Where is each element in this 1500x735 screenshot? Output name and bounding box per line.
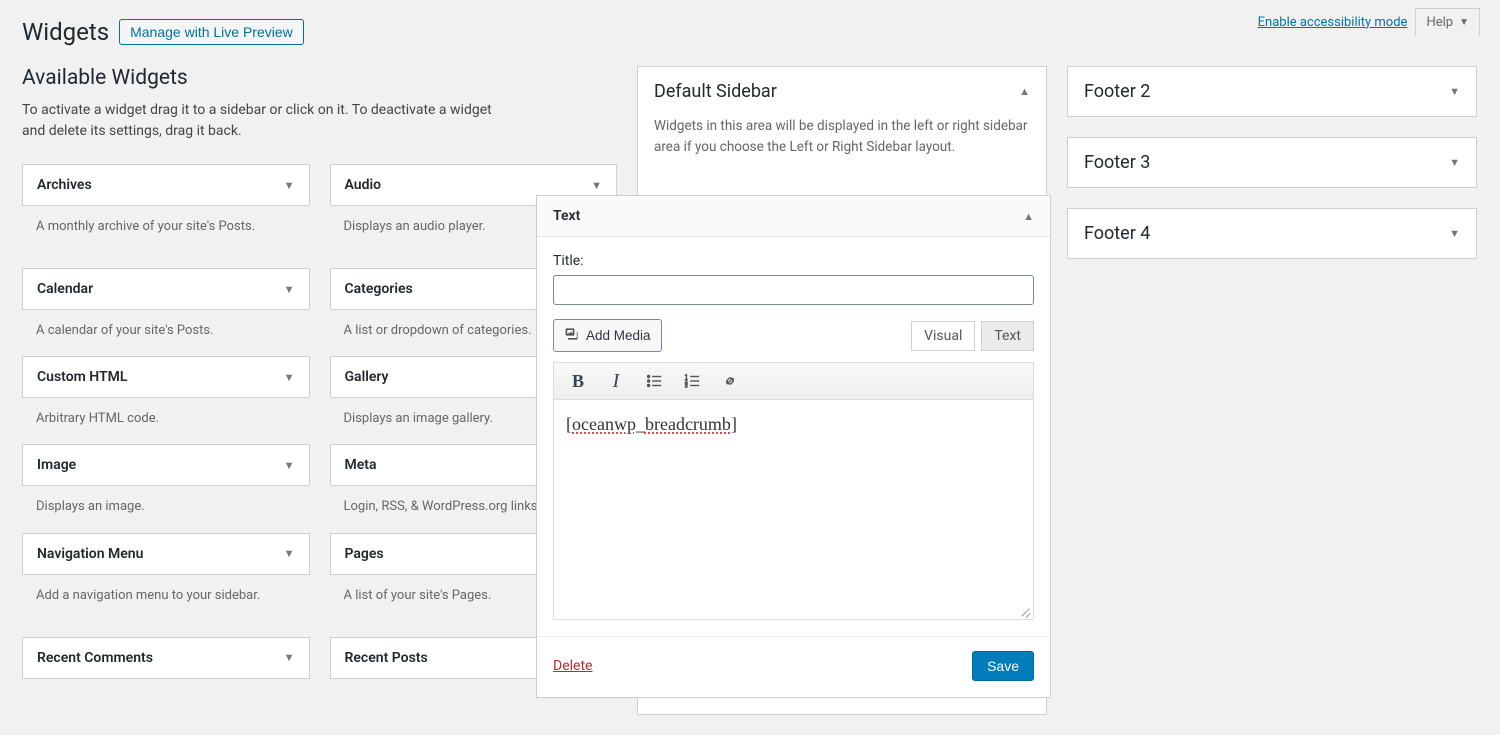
text-widget-editor-body: Title: Add Media Visual Text B I 123 — [537, 237, 1050, 636]
page-title: Widgets — [22, 18, 109, 46]
sidebar-description: Widgets in this area will be displayed i… — [638, 116, 1046, 174]
widget-desc: A monthly archive of your site's Posts. — [22, 206, 310, 268]
save-button[interactable]: Save — [972, 651, 1034, 681]
help-tab-label: Help — [1426, 15, 1453, 30]
caret-down-icon: ▼ — [284, 547, 295, 560]
widget-name: Pages — [345, 546, 384, 562]
widget-name: Recent Comments — [37, 650, 153, 666]
widget-name: Meta — [345, 457, 377, 473]
widget-recent-comments: Recent Comments ▼ — [22, 637, 310, 679]
manage-live-preview-button[interactable]: Manage with Live Preview — [119, 19, 304, 45]
widget-desc: Displays an image. — [22, 486, 310, 532]
sidebar-area-footer-4: Footer 4 ▼ — [1067, 208, 1477, 259]
widget-image: Image ▼ Displays an image. — [22, 444, 310, 532]
text-widget-editor-panel: Text ▲ Title: Add Media Visual Text B I — [536, 195, 1051, 698]
text-widget-editor-footer: Delete Save — [537, 636, 1050, 697]
bullet-list-button[interactable] — [644, 371, 664, 391]
widget-name: Image — [37, 457, 76, 473]
editor-tab-visual[interactable]: Visual — [911, 321, 975, 351]
caret-down-icon: ▼ — [591, 179, 602, 192]
sidebar-area-footer-4-header[interactable]: Footer 4 ▼ — [1068, 209, 1476, 258]
help-tab[interactable]: Help ▼ — [1415, 8, 1480, 36]
widget-calendar: Calendar ▼ A calendar of your site's Pos… — [22, 268, 310, 356]
widget-name: Custom HTML — [37, 369, 127, 385]
editor-content-area[interactable]: [oceanwp_breadcrumb] [oceanwp_breadcrumb… — [553, 400, 1034, 620]
widget-archives-header[interactable]: Archives ▼ — [22, 164, 310, 206]
widget-nav-menu-header[interactable]: Navigation Menu ▼ — [22, 533, 310, 575]
add-media-button[interactable]: Add Media — [553, 319, 662, 352]
title-input[interactable] — [553, 275, 1034, 305]
caret-down-icon: ▼ — [1449, 85, 1460, 98]
panel-title: Text — [553, 208, 580, 224]
editor-tab-text[interactable]: Text — [981, 321, 1034, 351]
caret-down-icon: ▼ — [1449, 156, 1460, 169]
caret-down-icon: ▼ — [284, 459, 295, 472]
available-widgets-title: Available Widgets — [22, 66, 617, 90]
sidebar-area-footer-3: Footer 3 ▼ — [1067, 137, 1477, 188]
widget-name: Gallery — [345, 369, 389, 385]
widget-custom-html: Custom HTML ▼ Arbitrary HTML code. — [22, 356, 310, 444]
widget-calendar-header[interactable]: Calendar ▼ — [22, 268, 310, 310]
editor-text: [oceanwp_breadcrumb] — [566, 414, 737, 434]
available-widgets-grid: Archives ▼ A monthly archive of your sit… — [22, 164, 617, 679]
widget-recent-comments-header[interactable]: Recent Comments ▼ — [22, 637, 310, 679]
caret-down-icon: ▼ — [284, 283, 295, 296]
media-icon — [564, 326, 580, 345]
available-widgets-column: Available Widgets To activate a widget d… — [22, 66, 617, 735]
widget-image-header[interactable]: Image ▼ — [22, 444, 310, 486]
caret-up-icon: ▲ — [1023, 210, 1034, 223]
resize-handle[interactable] — [1019, 605, 1031, 617]
sidebar-area-footer-2: Footer 2 ▼ — [1067, 66, 1477, 117]
title-label: Title: — [553, 253, 1034, 269]
screen-meta-links: Enable accessibility mode Help ▼ — [1258, 8, 1480, 36]
widget-desc: Add a navigation menu to your sidebar. — [22, 575, 310, 637]
editor-tabs: Visual Text — [911, 321, 1034, 351]
widget-name: Calendar — [37, 281, 93, 297]
widget-name: Categories — [345, 281, 413, 297]
italic-button[interactable]: I — [606, 371, 626, 391]
sidebar-title: Footer 4 — [1084, 223, 1150, 244]
caret-down-icon: ▼ — [1449, 227, 1460, 240]
add-media-label: Add Media — [586, 328, 651, 343]
widget-custom-html-header[interactable]: Custom HTML ▼ — [22, 356, 310, 398]
caret-down-icon: ▼ — [1459, 17, 1469, 28]
enable-accessibility-mode-link[interactable]: Enable accessibility mode — [1258, 15, 1408, 30]
widget-name: Recent Posts — [345, 650, 428, 666]
link-button[interactable] — [720, 371, 740, 391]
editor-toolbar: B I 123 — [553, 362, 1034, 400]
widget-name: Archives — [37, 177, 92, 193]
caret-up-icon: ▲ — [1019, 85, 1030, 98]
widget-name: Navigation Menu — [37, 546, 143, 562]
numbered-list-button[interactable]: 123 — [682, 371, 702, 391]
widget-archives: Archives ▼ A monthly archive of your sit… — [22, 164, 310, 268]
sidebar-area-footer-2-header[interactable]: Footer 2 ▼ — [1068, 67, 1476, 116]
secondary-sidebars-column: Footer 2 ▼ Footer 3 ▼ Footer 4 ▼ — [1067, 66, 1477, 735]
widget-desc: A calendar of your site's Posts. — [22, 310, 310, 356]
caret-down-icon: ▼ — [284, 179, 295, 192]
bold-button[interactable]: B — [568, 371, 588, 391]
sidebar-title: Footer 3 — [1084, 152, 1150, 173]
text-widget-editor-header[interactable]: Text ▲ — [537, 196, 1050, 237]
sidebar-title: Footer 2 — [1084, 81, 1150, 102]
sidebar-area-default-header[interactable]: Default Sidebar ▲ — [638, 67, 1046, 116]
widget-name: Audio — [345, 177, 382, 193]
available-widgets-description: To activate a widget drag it to a sideba… — [22, 100, 492, 142]
sidebar-title: Default Sidebar — [654, 81, 777, 102]
sidebar-area-footer-3-header[interactable]: Footer 3 ▼ — [1068, 138, 1476, 187]
media-tabs-row: Add Media Visual Text — [553, 319, 1034, 352]
svg-text:3: 3 — [685, 383, 688, 389]
caret-down-icon: ▼ — [284, 651, 295, 664]
delete-link[interactable]: Delete — [553, 658, 592, 674]
caret-down-icon: ▼ — [284, 371, 295, 384]
widget-desc: Arbitrary HTML code. — [22, 398, 310, 444]
widget-nav-menu: Navigation Menu ▼ Add a navigation menu … — [22, 533, 310, 637]
